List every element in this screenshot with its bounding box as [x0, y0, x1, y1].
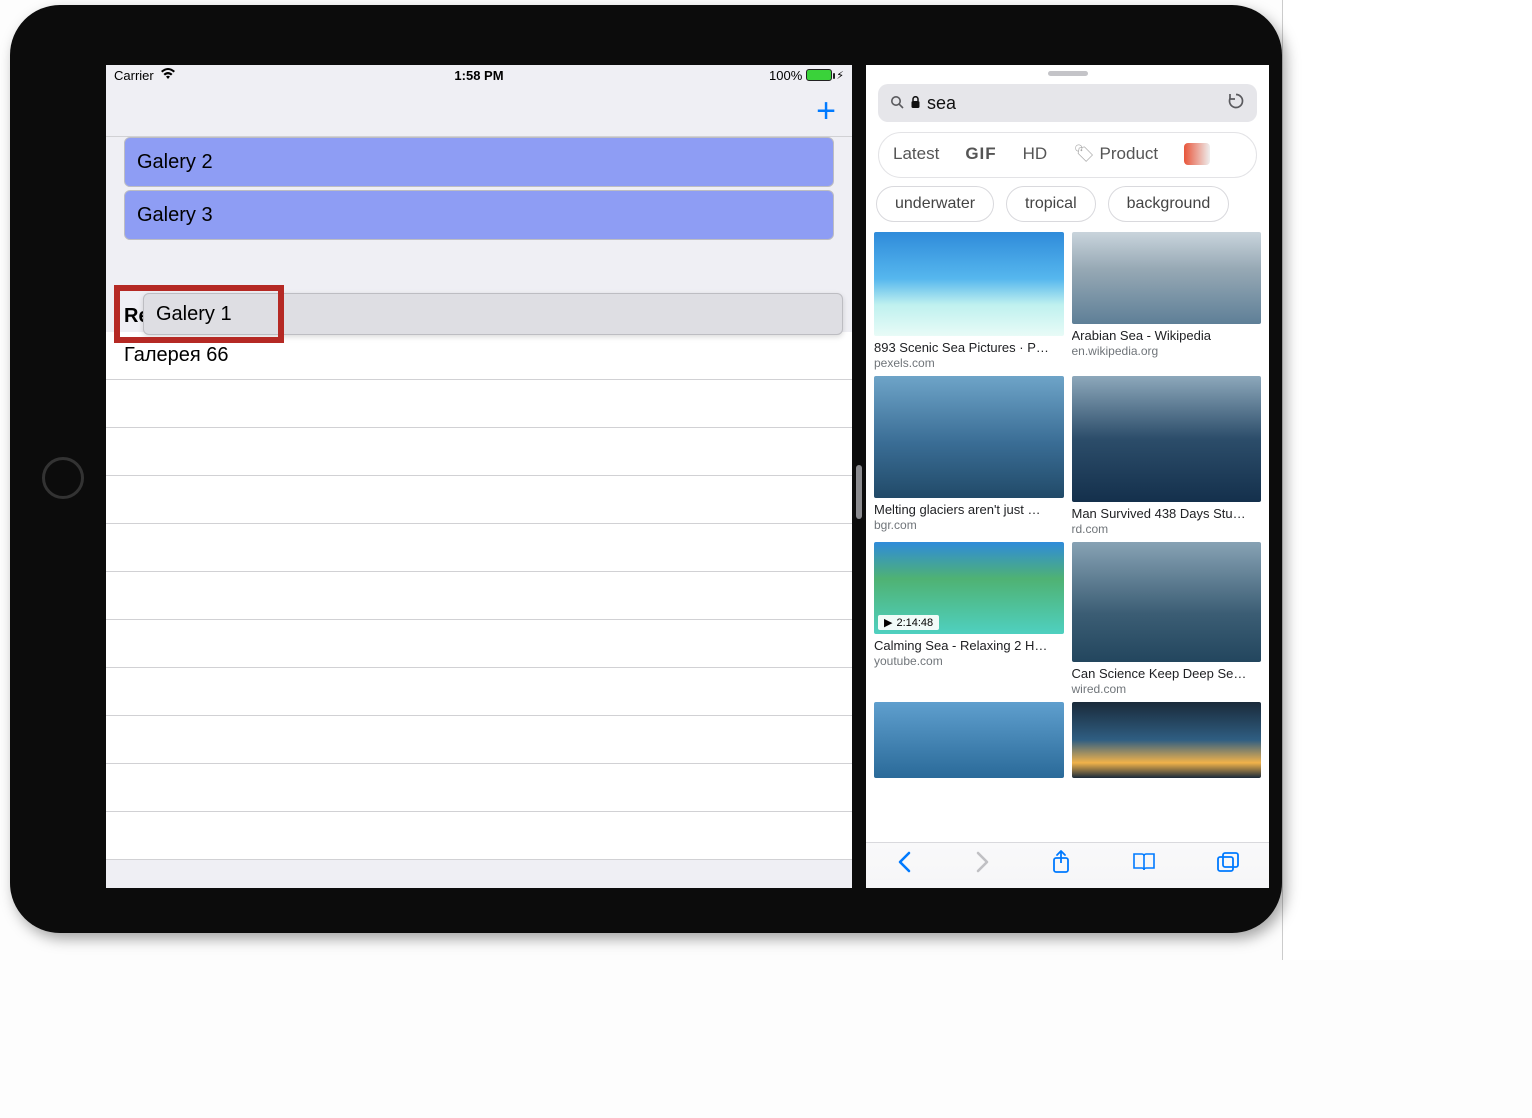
result-title: 893 Scenic Sea Pictures · P… — [874, 340, 1064, 355]
result-thumbnail[interactable] — [1072, 702, 1262, 778]
wifi-icon — [160, 68, 176, 83]
result-source: bgr.com — [874, 518, 1064, 532]
result-source: youtube.com — [874, 654, 1064, 668]
safari-pane: sea Latest GIF HD 🏷 Product underwa — [866, 65, 1269, 888]
empty-row — [106, 428, 852, 476]
image-result[interactable] — [1072, 702, 1262, 778]
back-button[interactable] — [896, 850, 914, 881]
gallery-table[interactable]: Galery 2 Galery 3 Recently Deleted Галер… — [106, 137, 852, 888]
battery-icon — [806, 69, 832, 81]
ipad-screen: Carrier 1:58 PM 100% ⚡︎ + Galery 2 — [106, 65, 1269, 888]
result-thumbnail[interactable] — [1072, 232, 1262, 324]
video-duration-label: 2:14:48 — [896, 617, 933, 629]
gallery-row-dragging[interactable]: Galery 1 — [143, 293, 843, 335]
result-source: rd.com — [1072, 522, 1262, 536]
image-result[interactable]: Arabian Sea - Wikipedia en.wikipedia.org — [1072, 232, 1262, 370]
lock-icon — [910, 93, 921, 114]
url-bar[interactable]: sea — [878, 84, 1257, 122]
recently-deleted-row-label: Галерея 66 — [124, 344, 229, 367]
navigation-bar: + — [106, 85, 852, 137]
result-title: Can Science Keep Deep Se… — [1072, 666, 1262, 681]
background-window-right — [1282, 0, 1532, 960]
share-button[interactable] — [1050, 849, 1072, 882]
image-result[interactable]: ▶ 2:14:48 Calming Sea - Relaxing 2 H… yo… — [874, 542, 1064, 696]
image-results-grid[interactable]: 893 Scenic Sea Pictures · P… pexels.com … — [866, 232, 1269, 842]
split-view-divider[interactable] — [852, 65, 866, 888]
ipad-device-frame: Carrier 1:58 PM 100% ⚡︎ + Galery 2 — [10, 5, 1282, 933]
image-result[interactable] — [874, 702, 1064, 778]
gallery-row-label: Galery 1 — [156, 303, 232, 326]
result-source: wired.com — [1072, 682, 1262, 696]
bookmarks-button[interactable] — [1131, 851, 1157, 880]
reload-button[interactable] — [1227, 92, 1245, 115]
empty-row — [106, 524, 852, 572]
image-search-filter-bar: Latest GIF HD 🏷 Product — [878, 132, 1257, 178]
empty-row — [106, 764, 852, 812]
filter-product[interactable]: 🏷 Product — [1073, 144, 1158, 164]
filter-hd[interactable]: HD — [1023, 144, 1048, 164]
result-thumbnail[interactable] — [874, 232, 1064, 336]
image-result[interactable]: 893 Scenic Sea Pictures · P… pexels.com — [874, 232, 1064, 370]
filter-latest[interactable]: Latest — [893, 144, 939, 164]
image-result[interactable]: Melting glaciers aren't just … bgr.com — [874, 376, 1064, 536]
suggestion-chip[interactable]: tropical — [1006, 186, 1096, 222]
forward-button — [973, 850, 991, 881]
result-title: Calming Sea - Relaxing 2 H… — [874, 638, 1064, 653]
gallery-row[interactable]: Galery 3 — [124, 190, 834, 240]
empty-row — [106, 620, 852, 668]
result-thumbnail[interactable]: ▶ 2:14:48 — [874, 542, 1064, 634]
suggestion-chip[interactable]: background — [1108, 186, 1230, 222]
gallery-row-label: Galery 3 — [137, 204, 213, 227]
filter-gif[interactable]: GIF — [965, 144, 996, 164]
result-title: Arabian Sea - Wikipedia — [1072, 328, 1262, 343]
video-duration-badge: ▶ 2:14:48 — [878, 615, 939, 630]
result-title: Melting glaciers aren't just … — [874, 502, 1064, 517]
result-source: pexels.com — [874, 356, 1064, 370]
filter-color-swatch[interactable] — [1184, 143, 1210, 165]
battery-percent-label: 100% — [769, 68, 802, 83]
tabs-button[interactable] — [1216, 851, 1240, 880]
result-thumbnail[interactable] — [1072, 542, 1262, 662]
split-view-handle-icon[interactable] — [856, 465, 862, 519]
image-result[interactable]: Man Survived 438 Days Stu… rd.com — [1072, 376, 1262, 536]
gallery-row-label: Galery 2 — [137, 151, 213, 174]
result-source: en.wikipedia.org — [1072, 344, 1262, 358]
recently-deleted-row[interactable]: Галерея 66 — [106, 332, 852, 380]
suggestion-chip[interactable]: underwater — [876, 186, 994, 222]
add-button[interactable]: + — [816, 94, 836, 128]
clock-label: 1:58 PM — [357, 68, 600, 83]
empty-row — [106, 716, 852, 764]
gallery-row[interactable]: Galery 2 — [124, 137, 834, 187]
result-thumbnail[interactable] — [1072, 376, 1262, 502]
empty-row — [106, 812, 852, 860]
safari-toolbar — [866, 842, 1269, 888]
charging-icon: ⚡︎ — [836, 69, 844, 82]
status-bar: Carrier 1:58 PM 100% ⚡︎ — [106, 65, 852, 85]
tag-icon: 🏷 — [1073, 144, 1095, 163]
empty-row — [106, 668, 852, 716]
carrier-label: Carrier — [114, 68, 154, 83]
filter-product-label: Product — [1100, 144, 1159, 163]
empty-row — [106, 476, 852, 524]
result-title: Man Survived 438 Days Stu… — [1072, 506, 1262, 521]
gallery-app-pane: Carrier 1:58 PM 100% ⚡︎ + Galery 2 — [106, 65, 852, 888]
home-button[interactable] — [42, 457, 84, 499]
image-result[interactable]: Can Science Keep Deep Se… wired.com — [1072, 542, 1262, 696]
empty-row — [106, 572, 852, 620]
search-icon — [890, 93, 904, 114]
result-thumbnail[interactable] — [874, 376, 1064, 498]
url-text-label: sea — [927, 93, 956, 114]
result-thumbnail[interactable] — [874, 702, 1064, 778]
suggestion-chip-row: underwater tropical background — [866, 186, 1269, 232]
empty-row — [106, 380, 852, 428]
